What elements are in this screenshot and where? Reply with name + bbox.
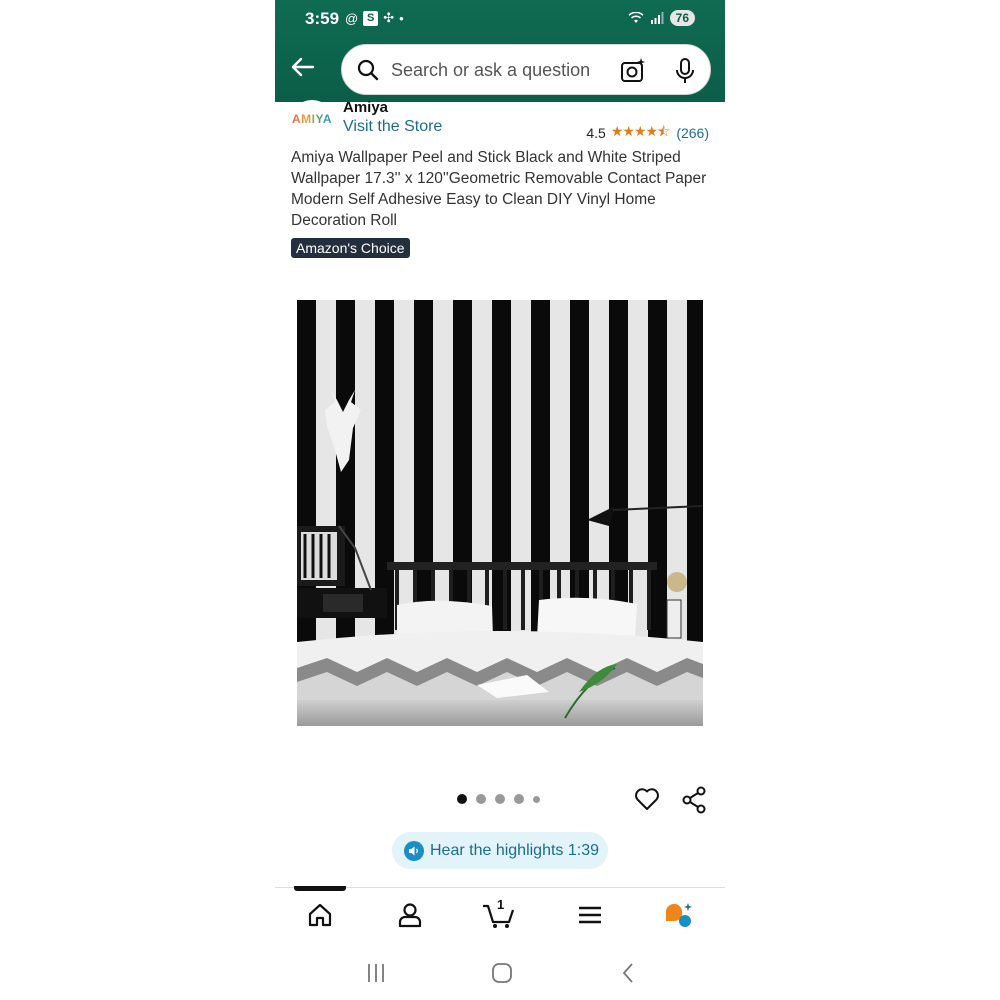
signal-icon — [650, 12, 664, 24]
highlights-label: Hear the highlights 1:39 — [430, 841, 599, 859]
camera-search-icon[interactable] — [619, 57, 647, 85]
threads-icon: @ — [345, 10, 359, 26]
back-arrow-icon[interactable] — [289, 54, 315, 80]
star-rating-icon: ★★★★⯪ — [610, 123, 670, 139]
pinwheel-icon: ✣ — [383, 10, 395, 25]
microphone-icon[interactable] — [673, 57, 697, 85]
cart-button[interactable]: 1 — [482, 897, 516, 930]
product-image[interactable] — [297, 300, 703, 726]
dot-icon: • — [399, 10, 404, 26]
account-icon[interactable] — [395, 900, 425, 930]
home-icon[interactable] — [305, 900, 335, 930]
brand-logo-text: AMIYA — [291, 112, 333, 126]
notification-icons: @ S ✣ • — [345, 10, 404, 26]
search-placeholder: Search or ask a question — [391, 60, 591, 80]
image-carousel-dots[interactable] — [457, 794, 540, 804]
app-s-icon: S — [363, 10, 379, 26]
carousel-dot-4[interactable] — [514, 794, 524, 804]
carousel-dot-1[interactable] — [457, 794, 467, 804]
carousel-dot-5[interactable] — [533, 795, 540, 803]
speaker-icon — [404, 840, 424, 861]
share-icon[interactable] — [681, 786, 707, 814]
rating-count[interactable]: (266) — [676, 125, 709, 141]
search-icon — [357, 59, 379, 81]
product-title: Amiya Wallpaper Peel and Stick Black and… — [291, 149, 707, 229]
carousel-dot-2[interactable] — [476, 794, 486, 804]
rating-value: 4.5 — [586, 125, 606, 141]
wifi-icon — [628, 12, 644, 23]
hear-highlights-button[interactable]: Hear the highlights 1:39 — [392, 832, 608, 869]
battery-badge: 76 — [669, 10, 695, 26]
recent-apps-icon[interactable] — [361, 958, 391, 988]
brand-name: Amiya — [343, 99, 389, 116]
app-screen: 3:59 @ S ✣ • 76 Search or ask a question… — [275, 0, 725, 1000]
status-right: 76 — [628, 10, 695, 26]
heart-icon[interactable] — [634, 786, 660, 812]
home-system-icon[interactable] — [487, 958, 517, 988]
rufus-assistant-icon[interactable] — [663, 900, 693, 930]
menu-icon[interactable] — [575, 900, 605, 930]
brand-logo[interactable]: AMIYA — [291, 100, 333, 138]
amazons-choice-badge: Amazon's Choice — [291, 238, 410, 258]
carousel-dot-3[interactable] — [495, 794, 505, 804]
visit-store-link[interactable]: Visit the Store — [343, 118, 442, 136]
app-header: 3:59 @ S ✣ • 76 Search or ask a question — [275, 0, 725, 102]
search-input[interactable]: Search or ask a question — [341, 44, 711, 95]
nav-active-indicator — [294, 886, 346, 891]
rating-summary[interactable]: 4.5 ★★★★⯪ (266) — [586, 121, 709, 145]
cart-count: 1 — [497, 897, 505, 912]
status-time: 3:59 — [305, 9, 340, 28]
back-system-icon[interactable] — [613, 958, 643, 988]
